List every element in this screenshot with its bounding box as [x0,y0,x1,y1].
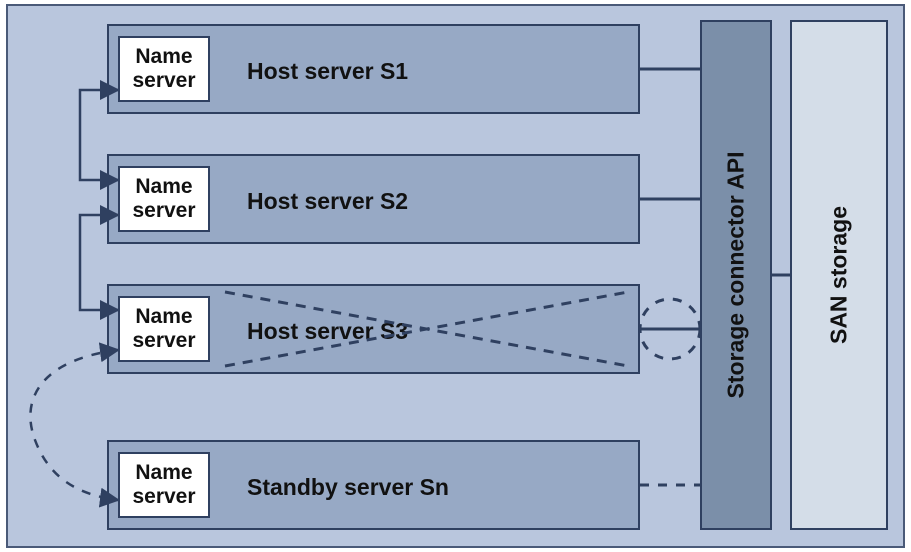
diagram-canvas: Storage connector API SAN storage Host s… [0,0,911,552]
name-server-s1-label: Name server [132,45,195,93]
storage-connector-api-box: Storage connector API [700,20,772,530]
host-server-s3-label: Host server S3 [247,318,408,345]
host-server-s2-label: Host server S2 [247,188,408,215]
san-storage-label: SAN storage [826,206,853,344]
storage-connector-api-label: Storage connector API [723,151,750,398]
name-server-s3-label: Name server [132,305,195,353]
name-server-s3-box: Name server [118,296,210,362]
name-server-s2-label: Name server [132,175,195,223]
standby-server-sn-label: Standby server Sn [247,474,449,501]
name-server-sn-label: Name server [132,461,195,509]
name-server-s1-box: Name server [118,36,210,102]
name-server-s2-box: Name server [118,166,210,232]
host-server-s1-label: Host server S1 [247,58,408,85]
san-storage-box: SAN storage [790,20,888,530]
name-server-sn-box: Name server [118,452,210,518]
